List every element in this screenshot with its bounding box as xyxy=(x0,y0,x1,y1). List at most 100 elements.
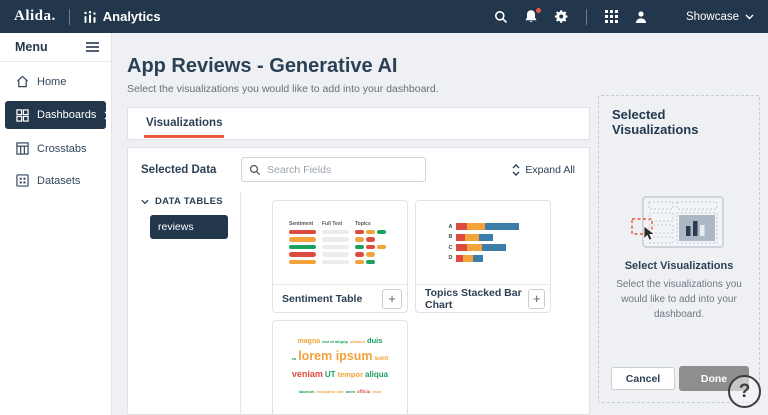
alida-logo[interactable]: Alida. xyxy=(14,8,56,25)
settings-gear-icon[interactable] xyxy=(554,9,569,24)
thumb-table-row xyxy=(289,237,391,242)
page-title: App Reviews - Generative AI xyxy=(127,55,398,77)
selected-data-heading: Selected Data xyxy=(141,163,217,176)
topbar-divider-2 xyxy=(585,8,587,25)
word-cloud-word: ullamco xyxy=(349,339,366,344)
search-fields-input[interactable] xyxy=(267,163,418,176)
dashboards-icon xyxy=(16,108,29,122)
thumb-bar-row: C xyxy=(448,244,519,252)
crosstabs-icon xyxy=(16,142,29,155)
expand-collapse-icon xyxy=(512,163,520,176)
word-cloud-thumbnail: magna nisi ut aliquip ullamco duis ea lorem i… xyxy=(273,321,407,414)
expand-all-label: Expand All xyxy=(525,163,575,176)
sidebar-item-dashboards[interactable]: Dashboards xyxy=(5,101,111,129)
thumb-stacked-bar-chart: ABCD xyxy=(448,223,519,262)
word-cloud-word: anim xyxy=(345,389,356,395)
analytics-label: Analytics xyxy=(102,9,161,24)
empty-state-body: Select the visualizations you would like… xyxy=(616,279,742,320)
thumb-bar-row: B xyxy=(448,233,519,241)
tab-bar: Visualizations xyxy=(127,107,590,140)
word-cloud-word: excepteur sint xyxy=(316,389,344,395)
add-visualization-button[interactable]: + xyxy=(382,288,402,309)
cancel-button[interactable]: Cancel xyxy=(611,367,675,390)
select-visualizations-illustration xyxy=(631,196,724,248)
user-account-icon[interactable] xyxy=(634,9,649,24)
sidebar-item-home[interactable]: Home xyxy=(0,69,111,94)
thumb-table-row xyxy=(289,229,391,235)
selected-visualizations-heading: Selected Visualizations xyxy=(612,107,699,137)
word-cloud-word: nisi ut aliquip xyxy=(322,339,348,344)
sentiment-table-thumbnail: Sentiment Full Text Topics xyxy=(273,201,407,284)
chevron-down-icon xyxy=(745,14,754,19)
datasets-icon xyxy=(16,174,29,187)
search-icon[interactable] xyxy=(494,9,509,24)
card-footer: Sentiment Table + xyxy=(273,284,407,312)
tree-item-reviews[interactable]: reviews xyxy=(150,215,228,239)
sidebar: Menu Home Dashboards Crosstabs Datasets xyxy=(0,33,112,415)
sidebar-item-label: Crosstabs xyxy=(37,142,87,155)
card-sentiment-table[interactable]: Sentiment Full Text Topics Sentiment Table… xyxy=(272,200,408,313)
empty-state-title: Select Visualizations xyxy=(624,260,734,272)
card-title: Topics Stacked Bar Chart xyxy=(425,286,522,311)
sidebar-item-label: Datasets xyxy=(37,174,81,187)
visualization-picker-panel: Selected Data Expand All DATA TABLES rev… xyxy=(127,147,590,415)
thumb-bar-row: A xyxy=(448,223,519,231)
menu-title: Menu xyxy=(15,40,48,54)
thumb-column-header: Sentiment xyxy=(289,220,314,227)
picker-header: Selected Data Expand All xyxy=(128,148,589,191)
word-cloud-word: UT xyxy=(324,369,336,379)
data-tree: DATA TABLES reviews xyxy=(128,191,241,414)
visualization-cards: Sentiment Full Text Topics Sentiment Table… xyxy=(241,191,589,414)
word-cloud-word: lorem ipsum xyxy=(298,348,373,363)
card-word-cloud[interactable]: magna nisi ut aliquip ullamco duis ea lorem i… xyxy=(272,320,408,414)
tab-visualizations[interactable]: Visualizations xyxy=(144,108,225,138)
thumb-bar-row: D xyxy=(448,254,519,262)
stacked-bar-thumbnail: ABCD xyxy=(416,201,550,284)
workspace-selector[interactable]: Showcase xyxy=(686,11,754,23)
thumb-table-row xyxy=(289,244,391,250)
sidebar-header: Menu xyxy=(0,33,111,62)
help-button[interactable]: ? xyxy=(728,375,761,408)
word-cloud-word: officia xyxy=(357,389,371,395)
home-icon xyxy=(16,75,29,88)
expand-all-button[interactable]: Expand All xyxy=(512,164,589,176)
word-cloud-word: duis xyxy=(367,336,383,345)
analytics-product[interactable]: Analytics xyxy=(83,9,161,24)
add-visualization-button[interactable]: + xyxy=(528,288,545,309)
data-tables-group[interactable]: DATA TABLES xyxy=(128,191,240,207)
word-cloud-word: esse xyxy=(372,389,382,395)
word-cloud-word: tempor xyxy=(337,369,363,379)
search-icon xyxy=(249,164,261,175)
word-cloud-word: veniam xyxy=(291,368,323,379)
chevron-right-icon xyxy=(104,110,111,120)
top-bar: Alida. Analytics Showcase xyxy=(0,0,768,33)
notification-dot xyxy=(535,8,541,13)
thumb-table-row xyxy=(289,259,391,265)
search-fields-box[interactable] xyxy=(241,157,426,182)
app-reviews-visualization-picker: { "topbar": { "logo": "Alida.", "product… xyxy=(0,0,768,415)
thumb-table-row xyxy=(289,252,391,257)
thumb-word-cloud: magna nisi ut aliquip ullamco duis ea lorem i… xyxy=(280,331,400,398)
word-cloud-word: magna xyxy=(297,338,321,345)
sidebar-item-label: Dashboards xyxy=(37,109,97,121)
apps-grid-icon[interactable] xyxy=(604,9,619,24)
sidebar-item-datasets[interactable]: Datasets xyxy=(0,168,111,193)
workspace-label: Showcase xyxy=(685,10,739,23)
page-subtitle: Select the visualizations you would like… xyxy=(127,83,439,95)
picker-body: DATA TABLES reviews Sentiment Full Text To… xyxy=(128,191,589,414)
selected-visualizations-panel: Selected Visualizations Select Visualiza… xyxy=(598,95,760,403)
analytics-bars-icon xyxy=(83,9,98,24)
word-cloud-word: laborum xyxy=(298,389,315,395)
notifications-bell-icon[interactable] xyxy=(524,8,541,24)
data-tables-label: DATA TABLES xyxy=(155,196,223,207)
sidebar-item-crosstabs[interactable]: Crosstabs xyxy=(0,136,111,161)
sidebar-item-label: Home xyxy=(37,75,67,88)
chevron-down-icon xyxy=(141,199,149,204)
card-footer: Topics Stacked Bar Chart + xyxy=(416,284,550,312)
card-topics-stacked-bar[interactable]: ABCD Topics Stacked Bar Chart + xyxy=(415,200,551,313)
hamburger-menu-icon[interactable] xyxy=(86,42,99,52)
topbar-actions: Showcase xyxy=(494,8,754,25)
card-title: Sentiment Table xyxy=(282,292,363,305)
word-cloud-word: aliqua xyxy=(365,369,389,379)
topbar-divider xyxy=(68,8,70,25)
